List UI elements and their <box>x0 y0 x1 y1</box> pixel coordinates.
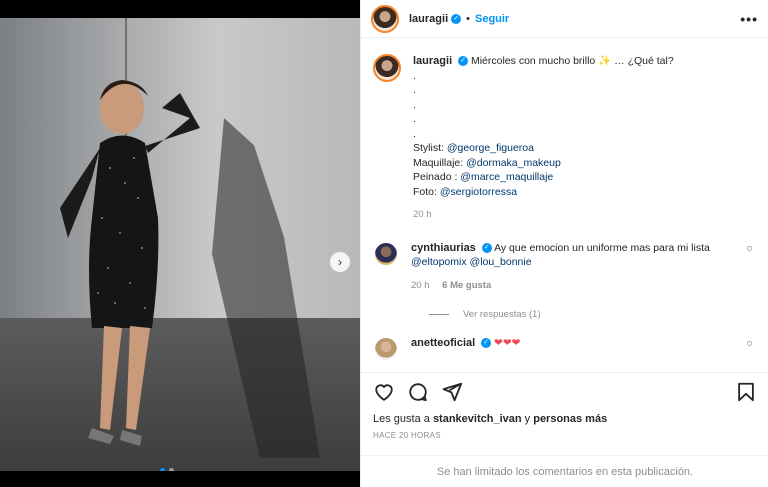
post-header: lauragii ✓ • Seguir ••• <box>361 0 768 38</box>
carousel-dot-active <box>160 468 165 471</box>
more-options-icon[interactable]: ••• <box>740 11 758 27</box>
caption-dot: . <box>413 98 416 111</box>
likes-summary: Les gusta a stankevitch_ivan y personas … <box>373 413 757 425</box>
comment: cynthiaurias ✓ Ay que emocion un uniform… <box>373 240 755 294</box>
credit-mention-link[interactable]: @sergiotorressa <box>440 186 517 198</box>
view-replies-button[interactable]: Ver respuestas (1) <box>429 309 755 320</box>
credit-mention-link[interactable]: @dormaka_makeup <box>466 157 561 169</box>
caption-dot: . <box>413 113 416 125</box>
comment-likes-count[interactable]: 6 Me gusta <box>442 280 491 291</box>
caption-dot: . <box>413 84 416 96</box>
verified-badge-icon: ✓ <box>458 56 469 67</box>
follow-button[interactable]: Seguir <box>475 13 509 25</box>
credit-label: Stylist: <box>413 142 447 154</box>
credit-makeup: Maquillaje: @dormaka_makeup <box>413 156 755 171</box>
verified-badge-icon: ✓ <box>481 242 492 253</box>
replies-divider <box>429 314 449 315</box>
credit-label: Foto: <box>413 185 440 198</box>
post-timestamp[interactable]: HACE 20 HORAS <box>373 431 757 440</box>
next-photo-button[interactable]: › <box>330 252 350 272</box>
caption-author-username[interactable]: lauragii <box>413 55 452 67</box>
post-photo[interactable]: › <box>0 18 360 471</box>
comment-mention-link[interactable]: @eltopomix <box>411 256 467 268</box>
verified-badge-icon: ✓ <box>451 13 462 24</box>
comment-mention-link[interactable]: @lou_bonnie <box>470 256 532 268</box>
carousel-dot <box>169 468 174 471</box>
likes-prefix: Les gusta a <box>373 413 433 425</box>
chevron-right-icon: › <box>338 255 342 269</box>
post-media-pane: › <box>0 0 360 487</box>
credit-mention-link[interactable]: @marce_maquillaje <box>460 171 553 183</box>
credit-label: Peinado : <box>413 171 461 183</box>
credit-mention-link[interactable]: @george_figueroa <box>447 142 534 154</box>
post-sidebar: lauragii ✓ • Seguir ••• lauragii ✓ Miérc… <box>360 0 768 487</box>
post-actions: Les gusta a stankevitch_ivan y personas … <box>361 372 768 440</box>
photo-figure <box>60 80 200 446</box>
comment-text: Ay que emocion un uniforme mas para mi l… <box>494 241 710 254</box>
caption-timestamp[interactable]: 20 h <box>413 208 755 223</box>
likes-connector: y <box>521 413 534 425</box>
author-avatar[interactable] <box>371 4 399 33</box>
author-username[interactable]: lauragii <box>409 13 448 25</box>
caption-dot: . <box>413 69 416 82</box>
credit-label: Maquillaje: <box>413 156 467 169</box>
likes-others-link[interactable]: personas más <box>533 413 607 425</box>
view-replies-label: Ver respuestas (1) <box>463 309 541 320</box>
header-separator: • <box>466 12 470 25</box>
comment-author-avatar[interactable] <box>373 336 399 362</box>
save-bookmark-icon[interactable] <box>735 381 757 403</box>
caption: lauragii ✓ Miércoles con mucho brillo ✨ … <box>373 54 755 223</box>
caption-dot: . <box>413 127 416 140</box>
comment-author-username[interactable]: anetteoficial <box>411 337 475 349</box>
comment: anetteoficial ✓ ❤❤❤ <box>373 336 755 362</box>
comments-limited-notice: Se han limitado los comentarios en esta … <box>361 455 768 487</box>
comment-timestamp[interactable]: 20 h <box>411 280 430 291</box>
comment-text: ❤❤❤ <box>494 337 521 349</box>
credit-hair: Peinado : @marce_maquillaje <box>413 170 755 185</box>
liked-by-username[interactable]: stankevitch_ivan <box>433 413 522 425</box>
comment-bubble-icon[interactable] <box>407 381 429 403</box>
comments-list[interactable]: lauragii ✓ Miércoles con mucho brillo ✨ … <box>361 44 768 370</box>
verified-badge-icon: ✓ <box>481 338 492 349</box>
carousel-indicator <box>160 468 174 471</box>
comment-author-username[interactable]: cynthiaurias <box>411 242 476 254</box>
caption-text: Miércoles con mucho brillo ✨ … ¿Qué tal? <box>470 55 674 67</box>
action-icons <box>373 381 757 403</box>
caption-author-avatar[interactable] <box>373 54 401 82</box>
caption-dots: . . . . . <box>413 69 755 142</box>
credit-stylist: Stylist: @george_figueroa <box>413 141 755 156</box>
like-comment-heart-icon[interactable] <box>744 336 755 347</box>
like-comment-heart-icon[interactable] <box>744 241 755 252</box>
share-send-icon[interactable] <box>441 381 463 403</box>
comment-author-avatar[interactable] <box>373 240 399 267</box>
like-heart-icon[interactable] <box>373 381 395 403</box>
credit-photo: Foto: @sergiotorressa <box>413 185 755 200</box>
